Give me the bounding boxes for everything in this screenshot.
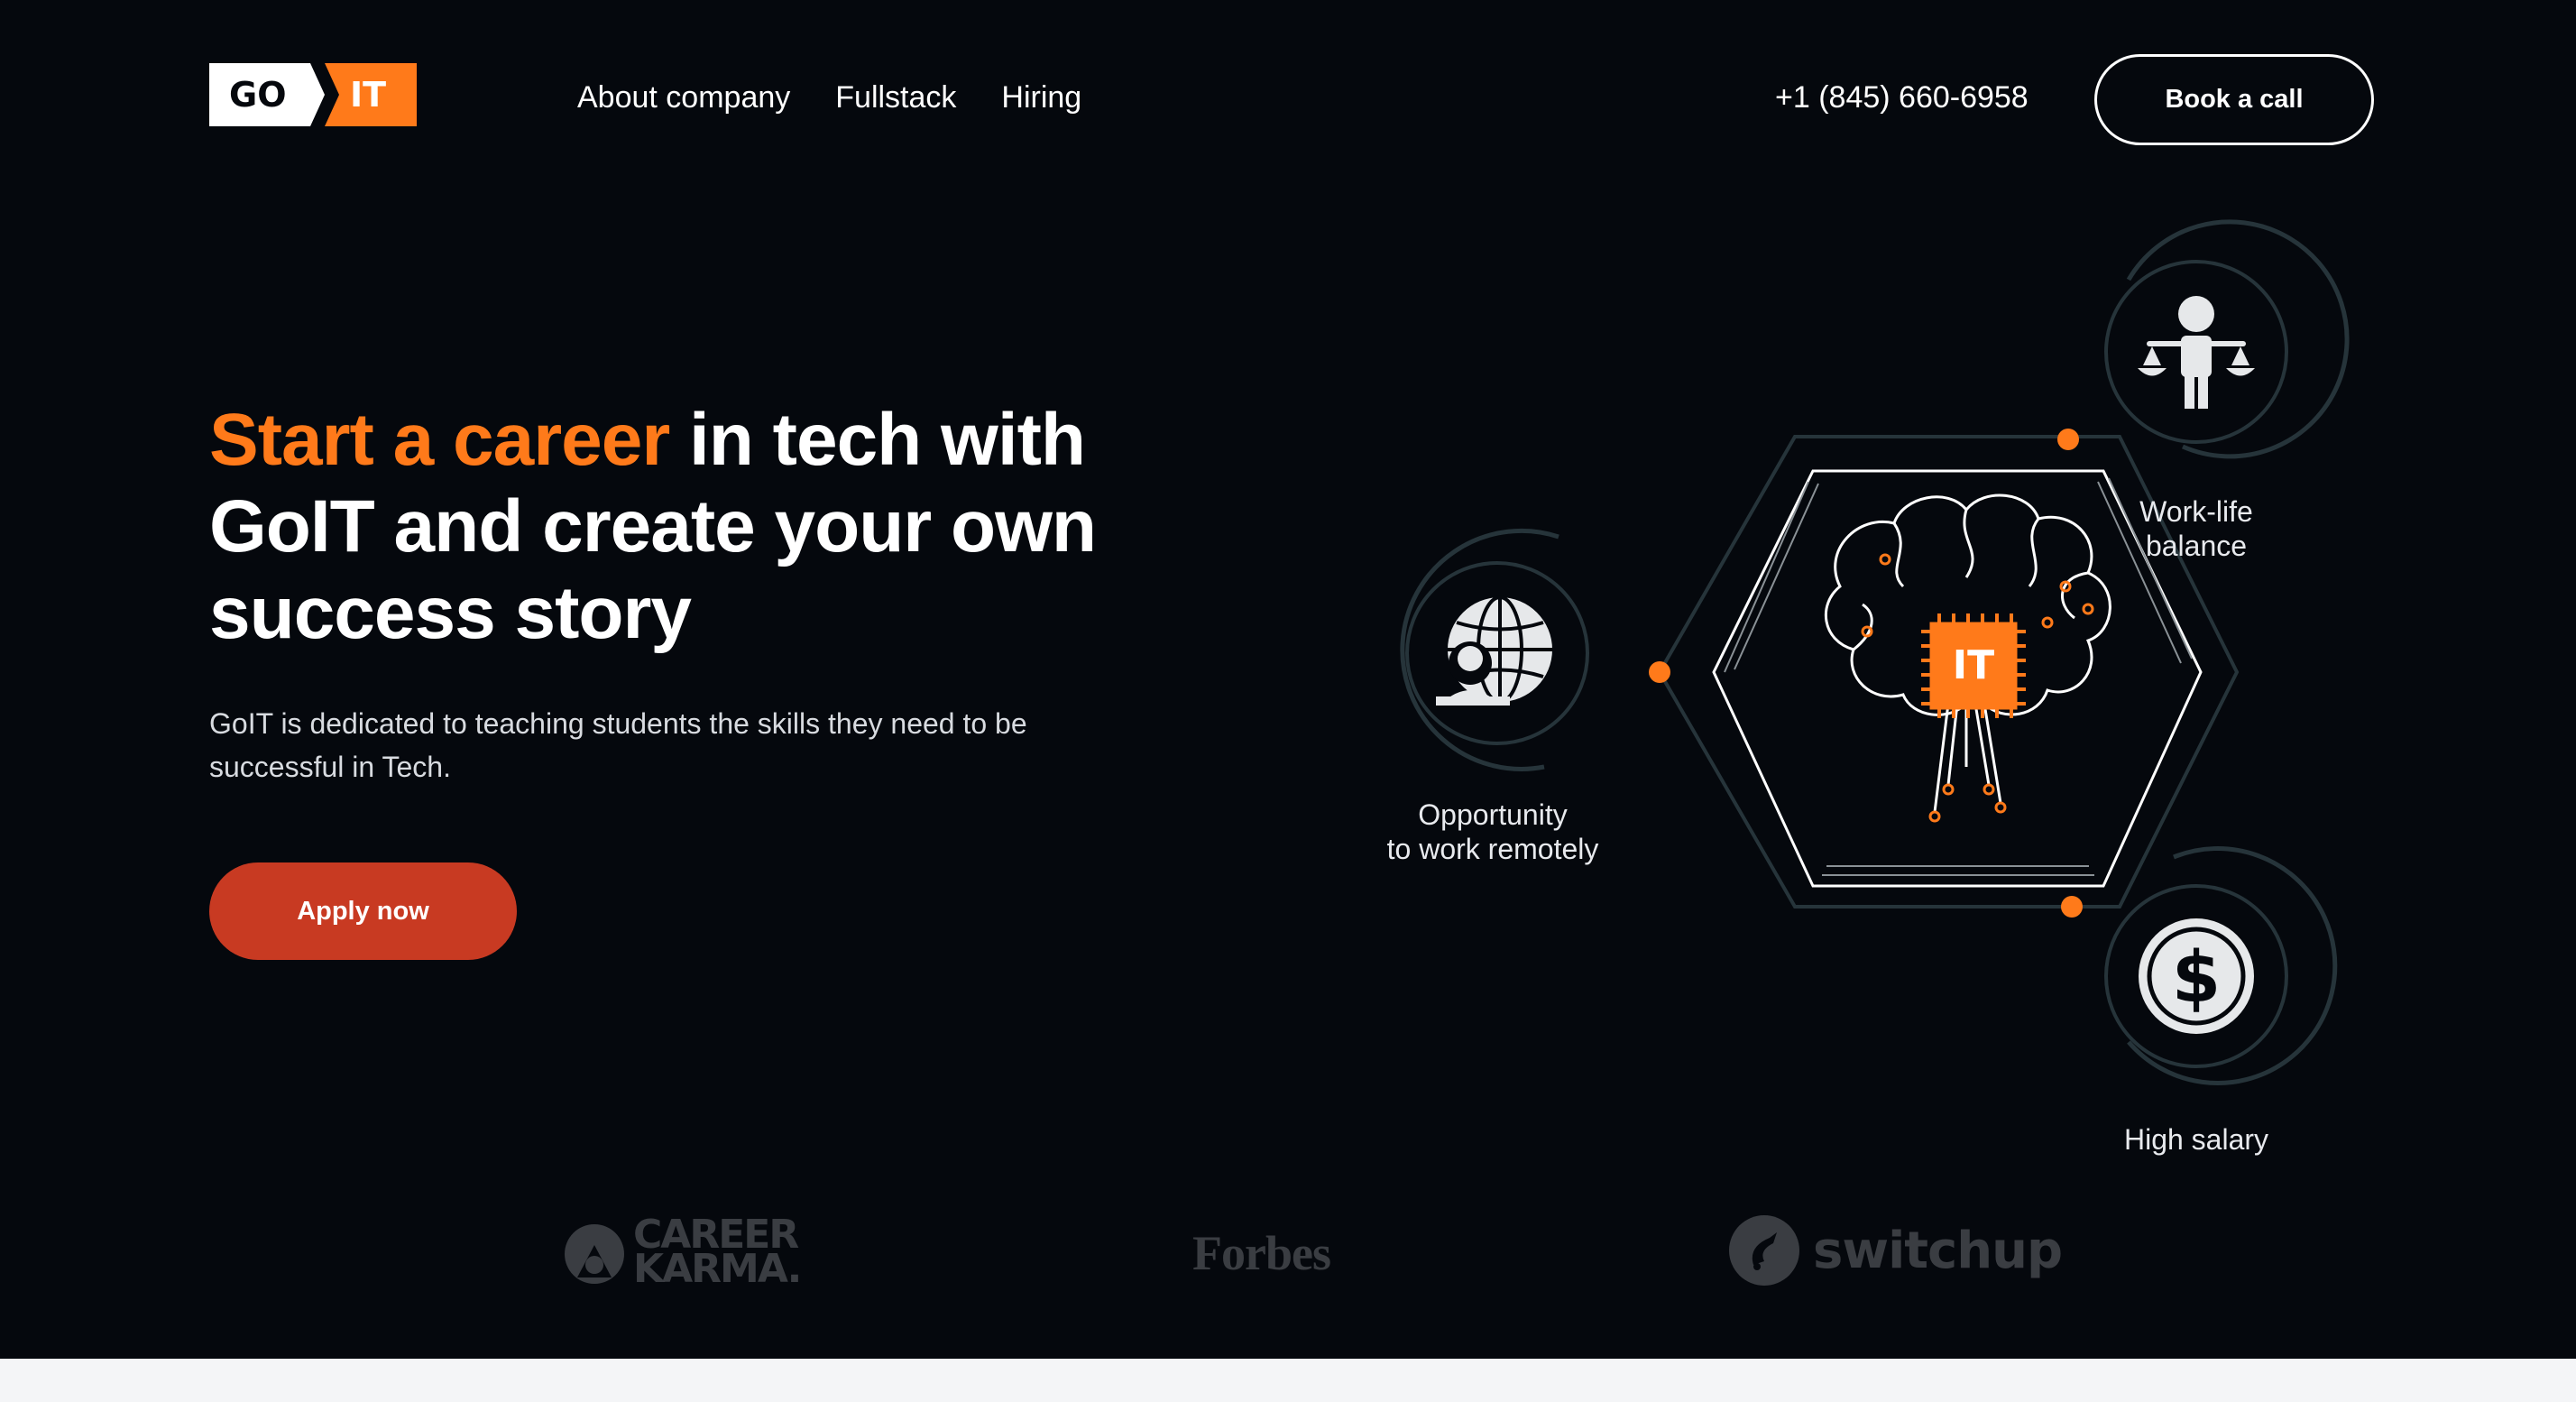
partner-forbes[interactable]: Forbes xyxy=(1192,1225,1331,1281)
hero-subtext: GoIT is dedicated to teaching students t… xyxy=(209,707,1027,783)
partner-switchup[interactable]: switchup xyxy=(1728,1214,2063,1287)
main-nav: About company Fullstack Hiring xyxy=(577,79,1081,115)
logo-go-text: GO xyxy=(229,75,287,115)
scales-person-icon xyxy=(2138,296,2255,409)
headline-part-3: success story xyxy=(209,572,692,654)
goit-logo[interactable]: GO IT xyxy=(209,63,417,126)
nav-fullstack[interactable]: Fullstack xyxy=(835,79,956,115)
connector-dot-bottom xyxy=(2061,896,2083,918)
apply-now-button[interactable]: Apply now xyxy=(209,862,517,960)
connector-dot-left xyxy=(1649,661,1670,683)
feature-work-life xyxy=(2104,219,2350,459)
career-karma-line2: KARMA. xyxy=(633,1246,802,1292)
feature-label-salary: High salary xyxy=(2123,1123,2269,1156)
partner-career-karma[interactable]: CAREER KARMA. xyxy=(565,1215,802,1292)
logo-it-text: IT xyxy=(350,75,386,115)
feature-label-work-life: Work-life balance xyxy=(2139,495,2253,562)
hero-headline: Start a career in tech with GoIT and cre… xyxy=(209,397,1219,657)
dollar-coin-icon: $ xyxy=(2139,918,2254,1034)
nav-about-company[interactable]: About company xyxy=(577,79,790,115)
globe-laptop-icon xyxy=(1436,595,1552,706)
feature-label-remote: Opportunity to work remotely xyxy=(1386,798,1599,865)
svg-text:$: $ xyxy=(2172,937,2221,1019)
phone-link[interactable]: +1 (845) 660-6958 xyxy=(1775,79,2029,115)
feature-remote xyxy=(1400,528,1589,771)
feature-salary: $ xyxy=(2104,846,2338,1085)
headline-accent: Start a career xyxy=(209,399,670,481)
career-karma-icon xyxy=(565,1224,624,1284)
hero-section: GO IT About company Fullstack Hiring +1 … xyxy=(0,0,2576,1359)
headline-part-1: in tech with xyxy=(669,399,1086,481)
brain-hexagon-illustration: IT $ xyxy=(1400,219,2350,1085)
switchup-icon xyxy=(1729,1215,1799,1286)
chip-label: IT xyxy=(1953,642,1994,688)
headline-part-2: GoIT and create your own xyxy=(209,485,1097,567)
connector-dot-top xyxy=(2057,429,2079,450)
nav-hiring[interactable]: Hiring xyxy=(1001,79,1081,115)
it-chip: IT xyxy=(1921,613,2026,718)
next-section-strip xyxy=(0,1359,2576,1402)
book-call-button[interactable]: Book a call xyxy=(2094,54,2374,145)
switchup-text: switchup xyxy=(1813,1221,2063,1280)
